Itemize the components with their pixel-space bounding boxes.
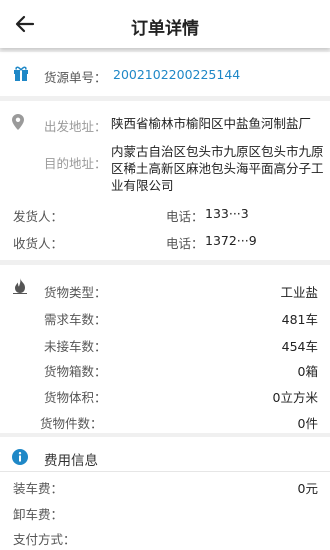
address-section: 出发地址： 陕西省榆林市榆阳区中盐鱼河制盐厂 目的地址： 内蒙古自治区包头市九原… <box>0 101 330 197</box>
required-trucks-value: 481车 <box>281 312 318 327</box>
unloading-fee-label: 卸车费： <box>13 507 64 522</box>
app-header: 订单详情 <box>0 0 330 48</box>
loading-fee-value: 0元 <box>297 481 318 496</box>
fee-section: 费用信息 装车费： 0元 卸车费： 支付方式： <box>0 437 330 550</box>
loading-fee-label: 装车费： <box>13 481 64 496</box>
from-address-label: 出发地址： <box>44 119 107 134</box>
order-number-label: 货源单号： <box>44 70 107 85</box>
box-count-value: 0箱 <box>297 364 318 379</box>
order-number-value: 2002102200225144 <box>113 67 241 82</box>
contacts-section: 发货人： 电话： 133···3 收货人： 电话： 1372···9 <box>0 197 330 260</box>
shipper-phone-label: 电话： <box>166 209 204 224</box>
shipper-phone-value[interactable]: 133···3 <box>205 206 249 221</box>
shipper-label: 发货人： <box>13 209 64 224</box>
cargo-type-value: 工业盐 <box>280 285 318 300</box>
location-pin-icon <box>12 114 24 130</box>
receiver-phone-value[interactable]: 1372···9 <box>205 233 257 248</box>
to-address-label: 目的地址： <box>44 156 107 171</box>
payment-method-label: 支付方式： <box>13 532 76 547</box>
gift-icon <box>14 66 28 81</box>
flame-icon <box>13 278 27 294</box>
piece-count-label: 货物件数： <box>40 416 103 431</box>
fee-section-title: 费用信息 <box>44 453 98 469</box>
volume-value: 0立方米 <box>272 390 318 405</box>
cargo-section: 货物类型： 工业盐 需求车数： 481车 未接车数： 454车 货物箱数： 0箱… <box>0 265 330 433</box>
box-count-label: 货物箱数： <box>44 364 107 379</box>
receiver-phone-label: 电话： <box>166 236 204 251</box>
info-icon <box>12 449 28 465</box>
order-number-section: 货源单号： 2002102200225144 <box>0 52 330 96</box>
required-trucks-label: 需求车数： <box>44 312 107 327</box>
cargo-type-label: 货物类型： <box>44 285 107 300</box>
to-address-value: 内蒙古自治区包头市九原区包头市九原区稀土高新区麻池包头海平面高分子工业有限公司 <box>111 144 324 193</box>
piece-count-value: 0件 <box>297 416 318 431</box>
receiver-label: 收货人： <box>13 236 64 251</box>
page-title: 订单详情 <box>131 19 199 39</box>
pending-trucks-label: 未接车数： <box>44 339 107 354</box>
fee-divider <box>0 471 330 472</box>
from-address-value: 陕西省榆林市榆阳区中盐鱼河制盐厂 <box>111 116 312 131</box>
pending-trucks-value: 454车 <box>281 339 318 354</box>
volume-label: 货物体积： <box>44 390 107 405</box>
